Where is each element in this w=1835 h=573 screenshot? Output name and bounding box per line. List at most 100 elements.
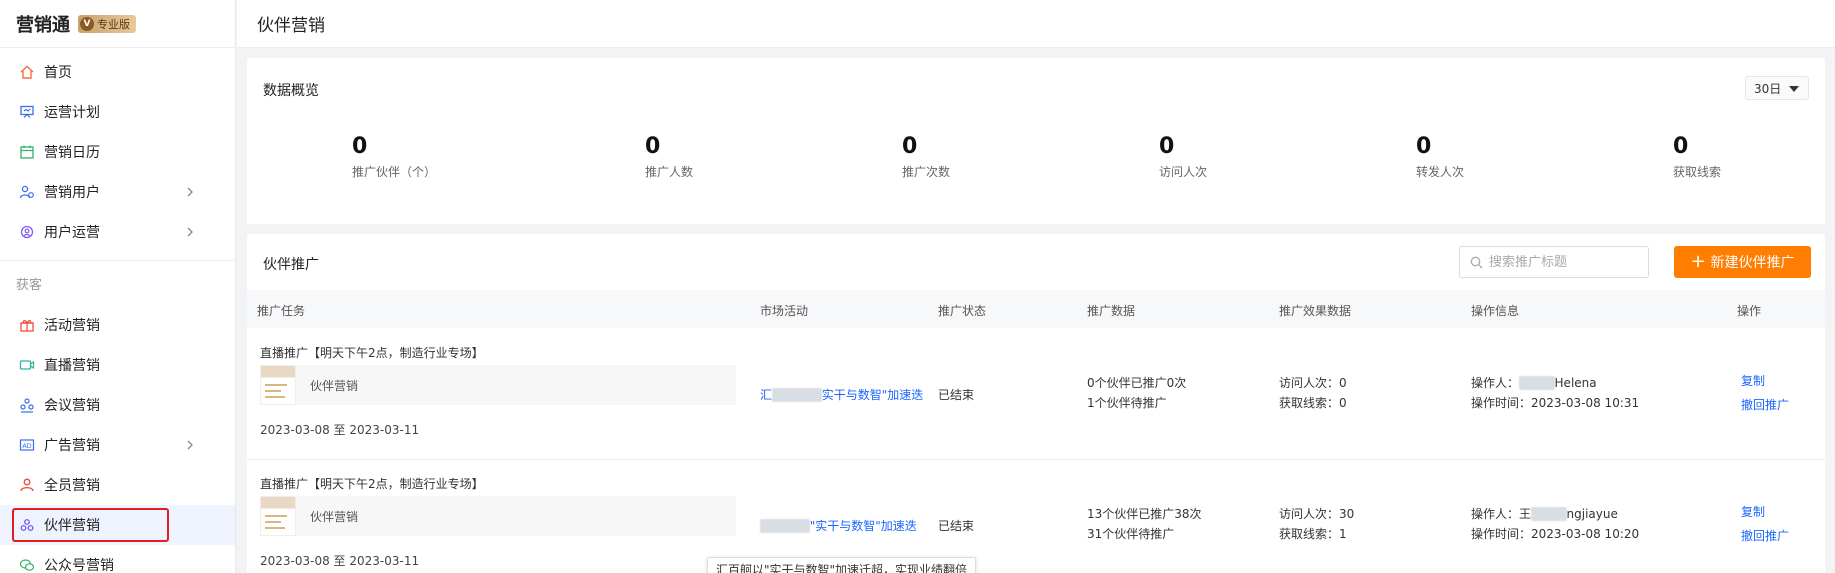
redacted-text: xxxxx: [1519, 376, 1555, 390]
sidebar-item-wechat-marketing[interactable]: 公众号营销: [0, 545, 235, 573]
promo-data-line: 1个伙伴待推广: [1087, 396, 1167, 410]
table-row: 直播推广【明天下午2点，制造行业专场】 伙伴营销 2023-03-08 至 20…: [247, 461, 1825, 573]
gift-icon: [18, 316, 36, 334]
withdraw-promotion-link[interactable]: 撤回推广: [1741, 396, 1789, 413]
brand-name: 营销通: [16, 14, 70, 36]
sidebar-item-label: 公众号营销: [44, 558, 114, 573]
stat-forwards: 0 转发人次: [1416, 134, 1464, 180]
task-card-label: 伙伴营销: [310, 509, 359, 524]
chevron-right-icon: [187, 440, 193, 450]
edition-badge-label: 专业版: [97, 17, 130, 31]
column-header: 操作: [1737, 304, 1762, 318]
withdraw-promotion-link[interactable]: 撤回推广: [1741, 527, 1789, 544]
sidebar-group-label: 获客: [16, 277, 43, 293]
sidebar-item-ad-marketing[interactable]: AD 广告营销: [0, 425, 235, 465]
meeting-icon: [18, 396, 36, 414]
sidebar-item-marketing-users[interactable]: 营销用户: [0, 172, 235, 212]
sidebar-item-label: 用户运营: [44, 225, 100, 241]
activity-suffix: "实干与数智"加速迭: [809, 519, 917, 533]
stat-visits: 0 访问人次: [1159, 134, 1207, 180]
sidebar: 营销通 V 专业版 首页 运营计划 营销日历 营销用户 用户运营 获客 活动营销…: [0, 0, 236, 573]
operator-suffix: ngjiayue: [1566, 507, 1618, 521]
operator-prefix: 操作人：王: [1471, 507, 1532, 521]
sidebar-item-home[interactable]: 首页: [0, 52, 235, 92]
sidebar-item-live-marketing[interactable]: 直播营销: [0, 345, 235, 385]
stat-value: 0: [1159, 134, 1175, 159]
overview-title: 数据概览: [263, 83, 319, 99]
operator-prefix: 操作人：: [1471, 376, 1520, 390]
task-title: 直播推广【明天下午2点，制造行业专场】: [260, 346, 484, 360]
column-header: 推广任务: [257, 304, 306, 318]
copy-link[interactable]: 复制: [1741, 503, 1765, 520]
chevron-right-icon: [187, 187, 193, 197]
sidebar-item-partner-marketing[interactable]: 伙伴营销: [0, 505, 235, 545]
promo-data-line: 13个伙伴已推广38次: [1087, 507, 1202, 521]
operation-time: 操作时间：2023-03-08 10:31: [1471, 396, 1640, 410]
calendar-icon: [18, 143, 36, 161]
stat-label: 推广伙伴（个）: [352, 165, 437, 179]
sidebar-item-label: 会议营销: [44, 398, 100, 414]
sidebar-item-ops-plan[interactable]: 运营计划: [0, 92, 235, 132]
stat-promo-times: 0 推广次数: [902, 134, 950, 180]
sidebar-item-event-marketing[interactable]: 活动营销: [0, 305, 235, 345]
effect-data-line: 获取线索：0: [1279, 396, 1347, 410]
stat-promo-partners: 0 推广伙伴（个）: [352, 134, 436, 180]
operator: 操作人：xxxxxHelena: [1471, 374, 1597, 391]
stat-label: 获取线索: [1673, 165, 1722, 179]
search-input[interactable]: [1489, 254, 1639, 270]
sidebar-item-label: 运营计划: [44, 105, 100, 121]
promo-status: 已结束: [938, 388, 975, 402]
wechat-icon: [18, 556, 36, 573]
task-content-card[interactable]: 伙伴营销: [260, 365, 736, 405]
presentation-icon: [18, 103, 36, 121]
new-button-label: 新建伙伴推广: [1710, 255, 1795, 271]
task-card-label: 伙伴营销: [310, 378, 359, 393]
vip-icon: V: [80, 16, 94, 31]
search-icon: [1470, 256, 1483, 268]
section-title: 伙伴推广: [263, 257, 319, 273]
plus-icon: +: [1690, 251, 1706, 272]
stat-value: 0: [352, 134, 368, 159]
search-box[interactable]: [1459, 246, 1649, 278]
redacted-text: xxxxxxx: [772, 388, 822, 402]
poster-thumbnail: [260, 496, 296, 536]
stat-label: 推广人数: [645, 165, 694, 179]
sidebar-item-staff-marketing[interactable]: 全员营销: [0, 465, 235, 505]
new-partner-promotion-button[interactable]: + 新建伙伴推广: [1674, 246, 1811, 278]
redacted-text: xxxxxxx: [760, 519, 810, 533]
sidebar-item-calendar[interactable]: 营销日历: [0, 132, 235, 172]
stat-promo-people: 0 推广人数: [645, 134, 693, 180]
sidebar-item-meeting-marketing[interactable]: 会议营销: [0, 385, 235, 425]
poster-thumbnail: [260, 365, 296, 405]
page-title: 伙伴营销: [257, 16, 325, 36]
sidebar-item-label: 直播营销: [44, 358, 100, 374]
task-title: 直播推广【明天下午2点，制造行业专场】: [260, 477, 484, 491]
effect-data-line: 访问人次：0: [1279, 376, 1347, 390]
market-activity-link[interactable]: xxxxxxx"实干与数智"加速迭: [760, 517, 917, 534]
stat-label: 推广次数: [902, 165, 951, 179]
stat-value: 0: [645, 134, 661, 159]
market-activity-link[interactable]: 汇xxxxxxx实干与数智"加速迭: [760, 386, 923, 403]
redacted-text: xxxxx: [1531, 507, 1567, 521]
sidebar-item-label: 营销用户: [44, 185, 100, 201]
task-date-range: 2023-03-08 至 2023-03-11: [260, 554, 420, 568]
sidebar-item-label: 活动营销: [44, 318, 100, 334]
task-date-range: 2023-03-08 至 2023-03-11: [260, 423, 420, 437]
stat-value: 0: [1673, 134, 1689, 159]
promo-data-line: 31个伙伴待推广: [1087, 527, 1175, 541]
chevron-right-icon: [187, 227, 193, 237]
table-row: 直播推广【明天下午2点，制造行业专场】 伙伴营销 2023-03-08 至 20…: [247, 330, 1825, 460]
period-select[interactable]: 30日: [1745, 76, 1809, 100]
effect-data-line: 访问人次：30: [1279, 507, 1355, 521]
sidebar-item-user-ops[interactable]: 用户运营: [0, 212, 235, 252]
period-value: 30日: [1754, 81, 1782, 96]
activity-suffix: 实干与数智"加速迭: [821, 388, 924, 402]
partner-promotion-card: 伙伴推广 + 新建伙伴推广 推广任务 市场活动 推广状态 推广数据 推广效果数据…: [247, 234, 1825, 573]
stat-leads: 0 获取线索: [1673, 134, 1721, 180]
promo-status: 已结束: [938, 519, 975, 533]
home-icon: [18, 63, 36, 81]
column-header: 推广数据: [1087, 304, 1136, 318]
copy-link[interactable]: 复制: [1741, 372, 1765, 389]
task-content-card[interactable]: 伙伴营销: [260, 496, 736, 536]
operator: 操作人：王xxxxxngjiayue: [1471, 505, 1618, 522]
